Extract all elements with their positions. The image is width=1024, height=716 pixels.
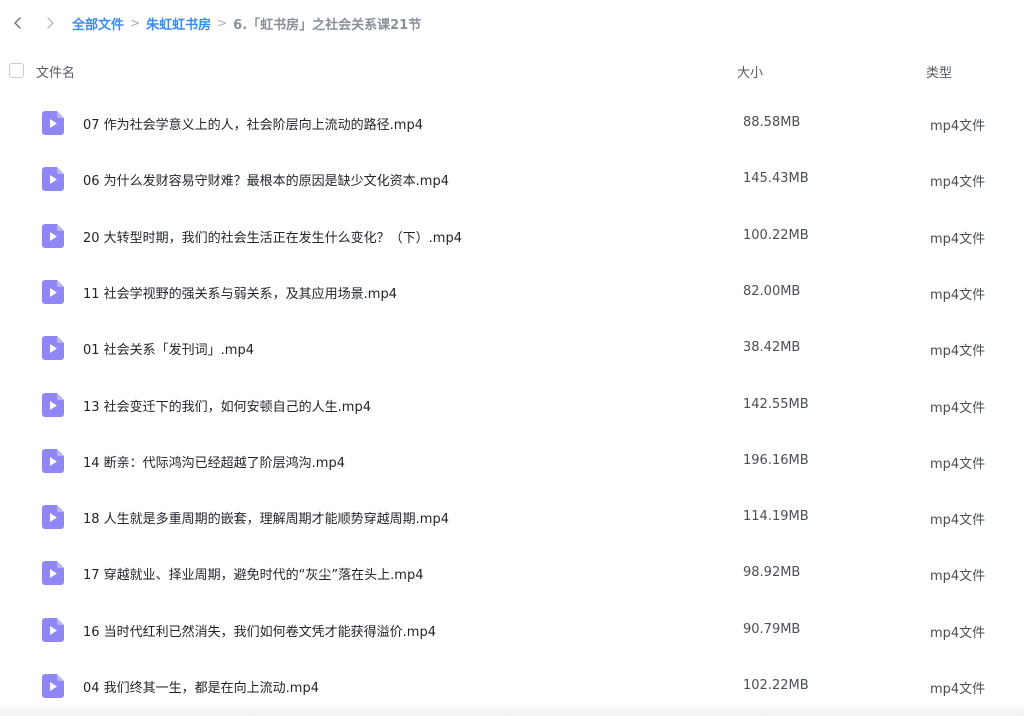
file-row[interactable]: 04 我们终其一生，都是在向上流动.mp4 102.22MB mp4文件 <box>0 657 1024 713</box>
file-size: 82.00MB <box>743 283 801 299</box>
video-file-icon <box>42 223 64 248</box>
file-type: mp4文件 <box>930 287 986 303</box>
video-file-icon <box>42 674 64 698</box>
file-row[interactable]: 16 当时代红利已然消失，我们如何卷文凭才能获得溢价.mp4 90.79MB mp4… <box>0 601 1024 657</box>
file-size: 102.22MB <box>743 678 809 693</box>
video-file-icon <box>42 167 64 192</box>
breadcrumb-current: 6.「虹书房」之社会关系课21节 <box>233 17 422 33</box>
file-name[interactable]: 04 我们终其一生，都是在向上流动.mp4 <box>83 677 319 696</box>
chevron-left-icon <box>14 17 21 29</box>
file-row[interactable]: 18 人生就是多重周期的嵌套，理解周期才能顺势穿越周期.mp4 114.19MB m… <box>0 488 1024 544</box>
file-size: 98.92MB <box>743 565 801 581</box>
file-size: 196.16MB <box>743 452 809 468</box>
file-name[interactable]: 07 作为社会学意义上的人，社会阶层向上流动的路径.mp4 <box>83 114 423 133</box>
video-file-icon <box>42 505 64 530</box>
file-size: 90.79MB <box>743 621 801 637</box>
video-file-icon <box>42 336 64 361</box>
chevron-right-icon <box>47 17 54 29</box>
file-type: mp4文件 <box>930 344 986 360</box>
file-name[interactable]: 01 社会关系「发刊词」.mp4 <box>83 339 254 358</box>
file-name[interactable]: 11 社会学视野的强关系与弱关系，及其应用场景.mp4 <box>83 283 397 302</box>
file-size: 145.43MB <box>743 171 809 187</box>
back-button[interactable] <box>9 14 27 32</box>
file-name[interactable]: 17 穿越就业、择业周期，避免时代的“灰尘”落在头上.mp4 <box>83 564 423 583</box>
file-size: 88.58MB <box>743 115 801 130</box>
file-row[interactable]: 20 大转型时期，我们的社会生活正在发生什么变化？（下）.mp4 100.22MB… <box>0 207 1024 263</box>
file-name[interactable]: 18 人生就是多重周期的嵌套，理解周期才能顺势穿越周期.mp4 <box>83 508 449 527</box>
file-type: mp4文件 <box>930 456 986 472</box>
breadcrumb-item-all-files[interactable]: 全部文件 <box>72 14 124 33</box>
video-file-icon <box>42 111 64 135</box>
file-name[interactable]: 14 断亲：代际鸿沟已经超越了阶层鸿沟.mp4 <box>83 452 345 471</box>
video-file-icon <box>42 617 64 642</box>
breadcrumb-item-folder[interactable]: 朱虹虹书房 <box>146 14 211 33</box>
file-name[interactable]: 13 社会变迁下的我们，如何安顿自己的人生.mp4 <box>83 396 371 415</box>
file-list-header: 文件名 大小 类型 <box>0 56 1024 84</box>
forward-button[interactable] <box>41 14 59 32</box>
video-file-icon <box>42 561 64 586</box>
file-type: mp4文件 <box>930 569 986 585</box>
file-type: mp4文件 <box>930 513 986 529</box>
file-size: 100.22MB <box>743 227 809 243</box>
file-name[interactable]: 06 为什么发财容易守财难？最根本的原因是缺少文化资本.mp4 <box>83 170 449 189</box>
file-row[interactable]: 11 社会学视野的强关系与弱关系，及其应用场景.mp4 82.00MB mp4文件 <box>0 263 1024 319</box>
video-file-icon <box>42 279 64 304</box>
file-size: 142.55MB <box>743 396 809 412</box>
file-row[interactable]: 14 断亲：代际鸿沟已经超越了阶层鸿沟.mp4 196.16MB mp4文件 <box>0 432 1024 488</box>
top-bar: 全部文件 > 朱虹虹书房 > 6.「虹书房」之社会关系课21节 <box>0 0 1024 46</box>
file-type: mp4文件 <box>930 400 986 416</box>
breadcrumb: 全部文件 > 朱虹虹书房 > 6.「虹书房」之社会关系课21节 <box>72 13 421 33</box>
file-name[interactable]: 20 大转型时期，我们的社会生活正在发生什么变化？（下）.mp4 <box>83 227 462 246</box>
file-type: mp4文件 <box>930 682 986 697</box>
file-type: mp4文件 <box>930 625 986 641</box>
file-row[interactable]: 17 穿越就业、择业周期，避免时代的“灰尘”落在头上.mp4 98.92MB mp4… <box>0 544 1024 600</box>
file-row[interactable]: 01 社会关系「发刊词」.mp4 38.42MB mp4文件 <box>0 319 1024 375</box>
file-size: 114.19MB <box>743 509 809 525</box>
file-name[interactable]: 16 当时代红利已然消失，我们如何卷文凭才能获得溢价.mp4 <box>83 621 436 640</box>
file-type: mp4文件 <box>930 231 986 247</box>
column-header-name[interactable]: 文件名 <box>36 62 75 81</box>
file-type: mp4文件 <box>930 119 986 134</box>
breadcrumb-separator: > <box>130 16 141 30</box>
file-type: mp4文件 <box>930 175 986 191</box>
video-file-icon <box>42 448 64 473</box>
column-header-size[interactable]: 大小 <box>737 62 763 81</box>
breadcrumb-separator: > <box>217 16 228 30</box>
file-row[interactable]: 13 社会变迁下的我们，如何安顿自己的人生.mp4 142.55MB mp4文件 <box>0 376 1024 432</box>
file-size: 38.42MB <box>743 340 801 356</box>
file-row[interactable]: 06 为什么发财容易守财难？最根本的原因是缺少文化资本.mp4 145.43MB m… <box>0 150 1024 206</box>
column-header-type[interactable]: 类型 <box>926 62 952 81</box>
video-file-icon <box>42 392 64 417</box>
select-all-checkbox[interactable] <box>9 63 24 78</box>
file-row[interactable]: 07 作为社会学意义上的人，社会阶层向上流动的路径.mp4 88.58MB mp4文… <box>0 94 1024 150</box>
